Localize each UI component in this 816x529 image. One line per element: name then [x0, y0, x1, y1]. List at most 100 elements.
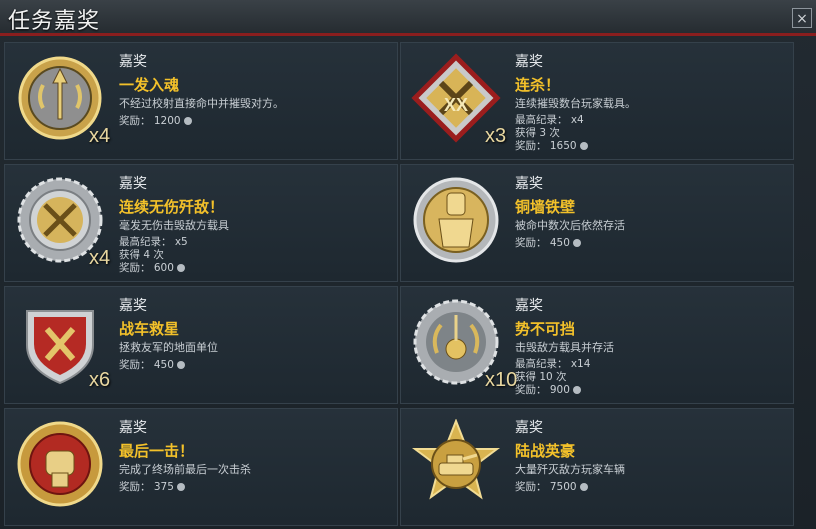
award-name: 铜墙铁壁	[515, 198, 576, 216]
stat-row: 奖励： 600	[119, 262, 188, 275]
stat-value: x5	[174, 236, 188, 248]
stat-value: 1200	[153, 115, 181, 127]
stat-value: 1650	[549, 140, 577, 152]
stat-row: 获得 10 次	[515, 371, 590, 384]
award-label: 嘉奖	[515, 54, 543, 70]
silver-coin-icon	[176, 483, 185, 491]
award-stats: 最高纪录： x14 获得 10 次奖励： 900	[515, 358, 590, 397]
stat-row: 最高纪录： x5	[119, 236, 188, 249]
stat-key: 奖励：	[119, 115, 151, 127]
stat-value: 10 次	[539, 371, 567, 383]
stat-row: 奖励： 450	[515, 237, 581, 250]
knight-armor-medal-icon	[411, 175, 501, 265]
award-card[interactable]: x10 嘉奖 势不可挡 击毁敌方载具并存活 最高纪录： x14 获得 10 次奖励： 90…	[400, 286, 794, 404]
award-name: 战车救星	[119, 320, 180, 338]
stat-value: 3 次	[539, 127, 560, 139]
stat-value: 7500	[549, 481, 577, 493]
award-card[interactable]: 嘉奖最后一击！ 完成了终场前最后一次击杀 奖励： 375	[4, 408, 398, 526]
award-name: 连续无伤歼敌！	[119, 198, 225, 216]
award-name: 连杀！	[515, 76, 561, 94]
award-card[interactable]: 嘉奖 铜墙铁壁 被命中数次后依然存活 奖励： 450	[400, 164, 794, 282]
stat-key: 奖励：	[515, 481, 547, 493]
award-card[interactable]: x6 嘉奖战车救星拯救友军的地面单位 奖励： 450	[4, 286, 398, 404]
award-name: 一发入魂	[119, 76, 180, 94]
award-stats: 奖励： 7500	[515, 481, 588, 494]
award-multiplier: x4	[89, 247, 111, 269]
stat-value: x14	[570, 358, 591, 370]
stat-key: 最高纪录：	[119, 236, 172, 248]
stat-row: 获得 4 次	[119, 249, 188, 262]
stat-key: 获得	[515, 371, 536, 383]
silver-coin-icon	[572, 386, 581, 394]
silver-coin-icon	[579, 483, 588, 491]
stat-row: 奖励： 7500	[515, 481, 588, 494]
stat-key: 最高纪录：	[515, 358, 568, 370]
stat-row: 最高纪录： x14	[515, 358, 590, 371]
stat-value: x4	[570, 114, 584, 126]
award-stats: 最高纪录： x5 获得 4 次奖励： 600	[119, 236, 188, 275]
award-label: 嘉奖	[515, 420, 543, 436]
award-desc: 拯救友军的地面单位	[119, 341, 218, 354]
stat-key: 奖励：	[119, 359, 151, 371]
award-desc: 击毁敌方载具并存活	[515, 341, 614, 354]
award-name: 陆战英豪	[515, 442, 576, 460]
award-name: 最后一击！	[119, 442, 195, 460]
award-name: 势不可挡	[515, 320, 576, 338]
award-multiplier: x3	[485, 125, 507, 147]
stat-key: 奖励：	[119, 481, 151, 493]
award-card[interactable]: x4 嘉奖 一发入魂 不经过校射直接命中并摧毁对方。 奖励： 1200	[4, 42, 398, 160]
stat-row: 奖励： 900	[515, 384, 590, 397]
award-label: 嘉奖	[515, 176, 543, 192]
svg-text:XX: XX	[444, 95, 468, 115]
silver-coin-icon	[176, 361, 185, 369]
window-title: 任务嘉奖	[8, 9, 101, 34]
award-card[interactable]: 嘉奖陆战英豪大量歼灭敌方玩家车辆 奖励： 7500	[400, 408, 794, 526]
award-multiplier: x4	[89, 125, 111, 147]
award-desc: 完成了终场前最后一次击杀	[119, 463, 251, 476]
stat-key: 获得	[515, 127, 536, 139]
award-stats: 奖励： 450	[119, 359, 185, 372]
close-icon[interactable]: ×	[792, 8, 812, 28]
stat-key: 奖励：	[119, 262, 151, 274]
stat-value: 450	[153, 359, 174, 371]
stat-row: 最高纪录： x4	[515, 114, 588, 127]
award-desc: 连续摧毁数台玩家载具。	[515, 97, 636, 110]
stat-row: 奖励： 1650	[515, 140, 588, 153]
award-multiplier: x10	[485, 369, 518, 391]
award-stats: 奖励： 450	[515, 237, 581, 250]
award-desc: 毫发无伤击毁敌方载具	[119, 219, 229, 232]
award-label: 嘉奖	[515, 298, 543, 314]
titlebar: 任务嘉奖 ×	[0, 0, 816, 36]
tank-star-medal-icon	[411, 418, 501, 509]
stat-key: 奖励：	[515, 384, 547, 396]
stat-value: 375	[153, 481, 174, 493]
award-card[interactable]: XX x3 嘉奖 连杀！ 连续摧毁数台玩家载具。 最高纪录： x4 获得 3 次奖励： 16…	[400, 42, 794, 160]
award-label: 嘉奖	[119, 420, 147, 436]
awards-grid: x4 嘉奖 一发入魂 不经过校射直接命中并摧毁对方。 奖励： 1200 XX x3 嘉奖 连杀…	[4, 42, 796, 527]
stat-key: 获得	[119, 249, 140, 261]
silver-coin-icon	[572, 239, 581, 247]
award-label: 嘉奖	[119, 54, 147, 70]
award-card[interactable]: x4 嘉奖 连续无伤歼敌！ 毫发无伤击毁敌方载具 最高纪录： x5 获得 4 次奖励： 6…	[4, 164, 398, 282]
stat-key: 奖励：	[515, 237, 547, 249]
silver-coin-icon	[176, 264, 185, 272]
award-stats: 奖励： 375	[119, 481, 185, 494]
award-desc: 大量歼灭敌方玩家车辆	[515, 463, 625, 476]
award-stats: 奖励： 1200	[119, 115, 192, 128]
award-label: 嘉奖	[119, 176, 147, 192]
stat-key: 奖励：	[515, 140, 547, 152]
stat-key: 最高纪录：	[515, 114, 568, 126]
stat-value: 900	[549, 384, 570, 396]
awards-window: 任务嘉奖 × x4 嘉奖 一发入魂 不经过校射直接命中并摧毁对方。 奖励： 1200 X…	[0, 0, 816, 529]
award-stats: 最高纪录： x4 获得 3 次奖励： 1650	[515, 114, 588, 153]
silver-coin-icon	[579, 142, 588, 150]
stat-row: 奖励： 1200	[119, 115, 192, 128]
award-multiplier: x6	[89, 369, 111, 391]
stat-row: 奖励： 450	[119, 359, 185, 372]
award-label: 嘉奖	[119, 298, 147, 314]
stat-value: 450	[549, 237, 570, 249]
silver-coin-icon	[183, 117, 192, 125]
stat-row: 获得 3 次	[515, 127, 588, 140]
fist-medal-icon	[15, 419, 105, 509]
stat-value: 4 次	[143, 249, 164, 261]
